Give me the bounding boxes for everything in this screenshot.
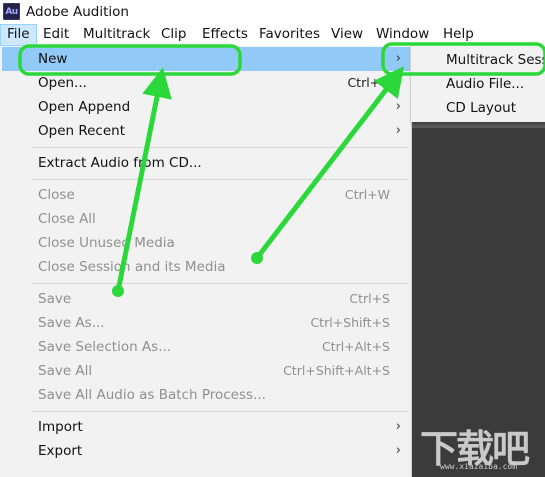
file-menu-save-all[interactable]: Save All Ctrl+Shift+Alt+S: [2, 359, 410, 383]
menu-item-shortcut: Ctrl+Shift+Alt+S: [283, 363, 390, 378]
file-menu-open-recent[interactable]: Open Recent ›: [2, 119, 410, 143]
menu-item-label: CD Layout: [446, 100, 517, 116]
menu-item-shortcut: Ctrl+W: [344, 187, 390, 202]
menu-item-label: Save All: [38, 363, 93, 379]
file-menu-close-unused[interactable]: Close Unused Media: [2, 231, 410, 255]
menu-item-label: Extract Audio from CD...: [38, 155, 202, 171]
menu-item-label: Close: [38, 187, 75, 203]
menu-item-label: Close Unused Media: [38, 235, 175, 251]
menu-item-shortcut: Ctrl+Alt+S: [321, 339, 390, 354]
menu-item-shortcut: Ctrl+O: [347, 75, 390, 90]
file-menu-save-selection[interactable]: Save Selection As... Ctrl+Alt+S: [2, 335, 410, 359]
watermark-url: www.xiazaiba.com: [440, 462, 518, 471]
menu-file[interactable]: File: [0, 24, 37, 46]
menu-item-label: Export: [38, 443, 83, 459]
file-menu-close-session[interactable]: Close Session and its Media: [2, 255, 410, 279]
menu-favorites[interactable]: Favorites: [253, 24, 326, 46]
file-menu-extract-audio[interactable]: Extract Audio from CD...: [2, 151, 410, 175]
menu-bar: File Edit Multitrack Clip Effects Favori…: [0, 24, 545, 46]
menu-item-label: Open Recent: [38, 123, 126, 139]
menu-clip[interactable]: Clip: [155, 24, 193, 46]
menu-effects[interactable]: Effects: [196, 24, 254, 46]
file-menu-save-all-batch[interactable]: Save All Audio as Batch Process...: [2, 383, 410, 407]
menu-item-label: Save All Audio as Batch Process...: [38, 387, 266, 403]
new-submenu: Multitrack Session... Audio File... CD L…: [410, 46, 545, 122]
file-menu-import[interactable]: Import ›: [2, 415, 410, 439]
chevron-right-icon: ›: [395, 419, 401, 434]
menu-help[interactable]: Help: [437, 24, 480, 46]
file-menu-close[interactable]: Close Ctrl+W: [2, 183, 410, 207]
menu-item-label: Multitrack Session...: [446, 52, 545, 68]
menu-item-label: Save Selection As...: [38, 339, 172, 355]
chevron-right-icon: ›: [395, 99, 401, 114]
menu-item-label: Open...: [38, 75, 87, 91]
window-title: Adobe Audition: [26, 4, 129, 20]
file-menu-export[interactable]: Export ›: [2, 439, 410, 463]
menu-separator: [32, 147, 408, 148]
menu-item-label: Audio File...: [446, 76, 525, 92]
file-menu-save-as[interactable]: Save As... Ctrl+Shift+S: [2, 311, 410, 335]
menu-multitrack[interactable]: Multitrack: [77, 24, 156, 46]
submenu-multitrack-session[interactable]: Multitrack Session...: [411, 48, 545, 72]
menu-item-label: Close All: [38, 211, 96, 227]
menu-edit[interactable]: Edit: [37, 24, 75, 46]
audition-app-icon: Au: [3, 3, 20, 20]
menu-item-label: Import: [38, 419, 83, 435]
file-menu-save[interactable]: Save Ctrl+S: [2, 287, 410, 311]
file-menu-close-all[interactable]: Close All: [2, 207, 410, 231]
menu-item-label: Save As...: [38, 315, 105, 331]
submenu-audio-file[interactable]: Audio File...: [411, 72, 545, 96]
menu-item-label: New: [38, 51, 68, 67]
menu-window[interactable]: Window: [370, 24, 435, 46]
menu-item-label: Save: [38, 291, 72, 307]
file-menu-dropdown: New › Open... Ctrl+O Open Append › Open …: [0, 46, 412, 477]
menu-item-shortcut: Ctrl+Shift+S: [310, 315, 390, 330]
chevron-right-icon: ›: [395, 123, 401, 138]
file-menu-open[interactable]: Open... Ctrl+O: [2, 71, 410, 95]
menu-item-label: Close Session and its Media: [38, 259, 226, 275]
menu-separator: [32, 283, 408, 284]
title-bar: Au Adobe Audition: [0, 0, 545, 24]
menu-separator: [32, 179, 408, 180]
menu-separator: [32, 411, 408, 412]
file-menu-open-append[interactable]: Open Append ›: [2, 95, 410, 119]
chevron-right-icon: ›: [395, 51, 401, 66]
menu-item-shortcut: Ctrl+S: [349, 291, 390, 306]
submenu-cd-layout[interactable]: CD Layout: [411, 96, 545, 120]
menu-view[interactable]: View: [325, 24, 369, 46]
file-menu-new[interactable]: New ›: [2, 47, 410, 71]
menu-item-label: Open Append: [38, 99, 131, 115]
chevron-right-icon: ›: [395, 443, 401, 458]
